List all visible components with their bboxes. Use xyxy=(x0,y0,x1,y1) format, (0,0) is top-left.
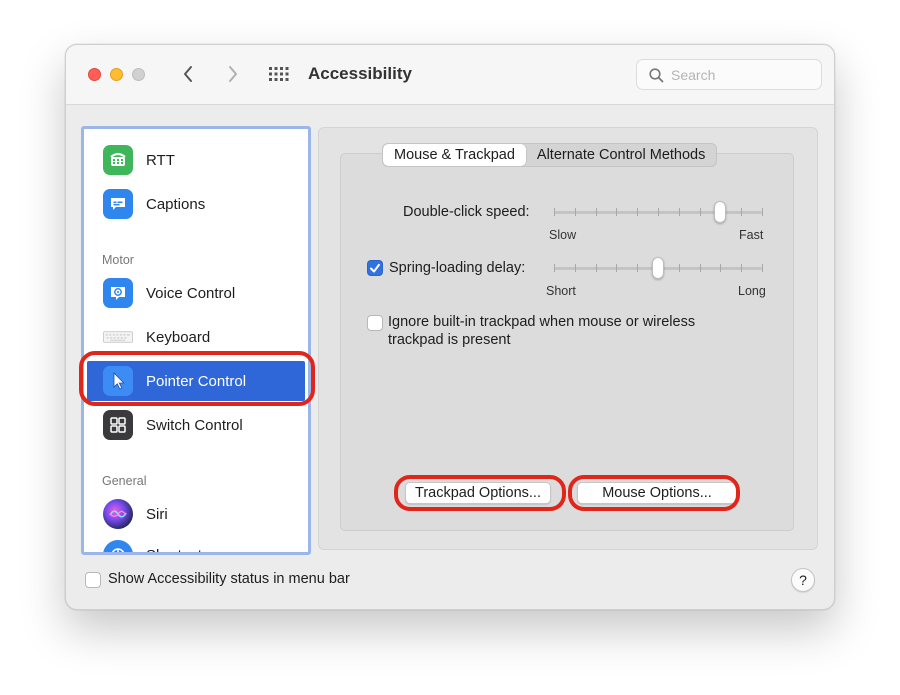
sidebar-item-shortcut[interactable]: Shortcut xyxy=(87,535,305,555)
double-click-speed-slider[interactable] xyxy=(552,201,764,225)
switch-control-icon xyxy=(103,410,133,440)
section-header-general: General xyxy=(102,474,147,488)
slider-tick xyxy=(616,264,617,272)
ignore-trackpad-label: Ignore built-in trackpad when mouse or w… xyxy=(388,313,695,349)
sidebar-item-label: Switch Control xyxy=(146,416,243,434)
slider-tick xyxy=(658,208,659,216)
ignore-trackpad-label-line2: trackpad is present xyxy=(388,332,511,348)
slider-tick xyxy=(596,208,597,216)
title-bar: Accessibility xyxy=(66,45,834,105)
search-input[interactable] xyxy=(671,65,811,85)
slider-tick xyxy=(700,264,701,272)
sidebar-item-siri[interactable]: Siri xyxy=(87,494,305,534)
ignore-trackpad-checkbox[interactable] xyxy=(367,315,383,331)
tab-bar: Mouse & Trackpad Alternate Control Metho… xyxy=(382,143,718,167)
checkmark-icon xyxy=(370,263,380,273)
slider-tick xyxy=(741,208,742,216)
section-header-motor: Motor xyxy=(102,253,134,267)
show-status-checkbox[interactable] xyxy=(85,572,101,588)
sidebar-item-voice-control[interactable]: Voice Control xyxy=(87,273,305,313)
slider-max-label: Fast xyxy=(739,228,764,242)
forward-button[interactable] xyxy=(221,62,245,86)
siri-icon xyxy=(103,499,133,529)
highlight-ring-pointer-control xyxy=(79,351,315,406)
sidebar-item-label: RTT xyxy=(146,151,175,169)
window-title: Accessibility xyxy=(308,64,412,83)
sidebar-item-label: Keyboard xyxy=(146,328,211,346)
rtt-icon xyxy=(103,145,133,175)
back-button[interactable] xyxy=(176,62,200,86)
sidebar-item-label: Captions xyxy=(146,195,206,213)
slider-min-label: Slow xyxy=(549,228,577,242)
chevron-right-icon xyxy=(229,66,237,82)
sidebar-item-captions[interactable]: Captions xyxy=(87,184,305,224)
double-click-speed-label: Double-click speed: xyxy=(403,204,530,220)
minimize-window-button[interactable] xyxy=(110,68,123,81)
tab-mouse-trackpad[interactable]: Mouse & Trackpad xyxy=(383,144,526,166)
spring-loading-delay-label: Spring-loading delay: xyxy=(389,260,526,276)
tab-alternate-control-methods[interactable]: Alternate Control Methods xyxy=(526,144,716,166)
slider-tick xyxy=(554,264,555,272)
sidebar-item-label: Siri xyxy=(146,505,168,523)
search-icon xyxy=(649,68,664,83)
sidebar-item-label: Voice Control xyxy=(146,284,236,302)
slider-tick xyxy=(741,264,742,272)
keyboard-icon xyxy=(103,322,133,352)
slider-max-label: Long xyxy=(738,284,766,298)
sidebar-item-switch-control[interactable]: Switch Control xyxy=(87,405,305,445)
slider-tick xyxy=(575,264,576,272)
grid-icon xyxy=(269,67,289,81)
spring-loading-checkbox[interactable] xyxy=(367,260,383,276)
sidebar-item-label: Shortcut xyxy=(146,546,202,555)
show-all-button[interactable] xyxy=(266,62,292,86)
sidebar-item-rtt[interactable]: RTT xyxy=(87,140,305,180)
slider-tick xyxy=(720,264,721,272)
zoom-window-button[interactable] xyxy=(132,68,145,81)
slider-tick xyxy=(637,264,638,272)
spring-loading-delay-slider[interactable] xyxy=(552,257,764,281)
slider-knob[interactable] xyxy=(652,257,664,279)
slider-tick xyxy=(762,208,763,216)
highlight-ring-trackpad-options xyxy=(394,475,566,511)
search-field[interactable] xyxy=(636,59,822,90)
slider-knob[interactable] xyxy=(714,201,726,223)
voice-control-icon xyxy=(103,278,133,308)
slider-min-label: Short xyxy=(546,284,576,298)
slider-tick xyxy=(679,264,680,272)
show-status-label: Show Accessibility status in menu bar xyxy=(108,571,350,587)
slider-tick xyxy=(762,264,763,272)
slider-tick xyxy=(616,208,617,216)
system-preferences-window: Accessibility RTT xyxy=(65,44,835,610)
highlight-ring-mouse-options xyxy=(568,475,740,511)
slider-tick xyxy=(575,208,576,216)
slider-tick xyxy=(637,208,638,216)
help-button[interactable]: ? xyxy=(791,568,815,592)
chevron-left-icon xyxy=(184,66,192,82)
slider-tick xyxy=(596,264,597,272)
slider-tick xyxy=(554,208,555,216)
slider-tick xyxy=(700,208,701,216)
sidebar[interactable]: RTT Captions Motor Voice Control Keyboar… xyxy=(81,126,311,555)
slider-tick xyxy=(679,208,680,216)
captions-icon xyxy=(103,189,133,219)
ignore-trackpad-label-line1: Ignore built-in trackpad when mouse or w… xyxy=(388,314,696,330)
shortcut-icon xyxy=(103,540,133,552)
close-window-button[interactable] xyxy=(88,68,101,81)
